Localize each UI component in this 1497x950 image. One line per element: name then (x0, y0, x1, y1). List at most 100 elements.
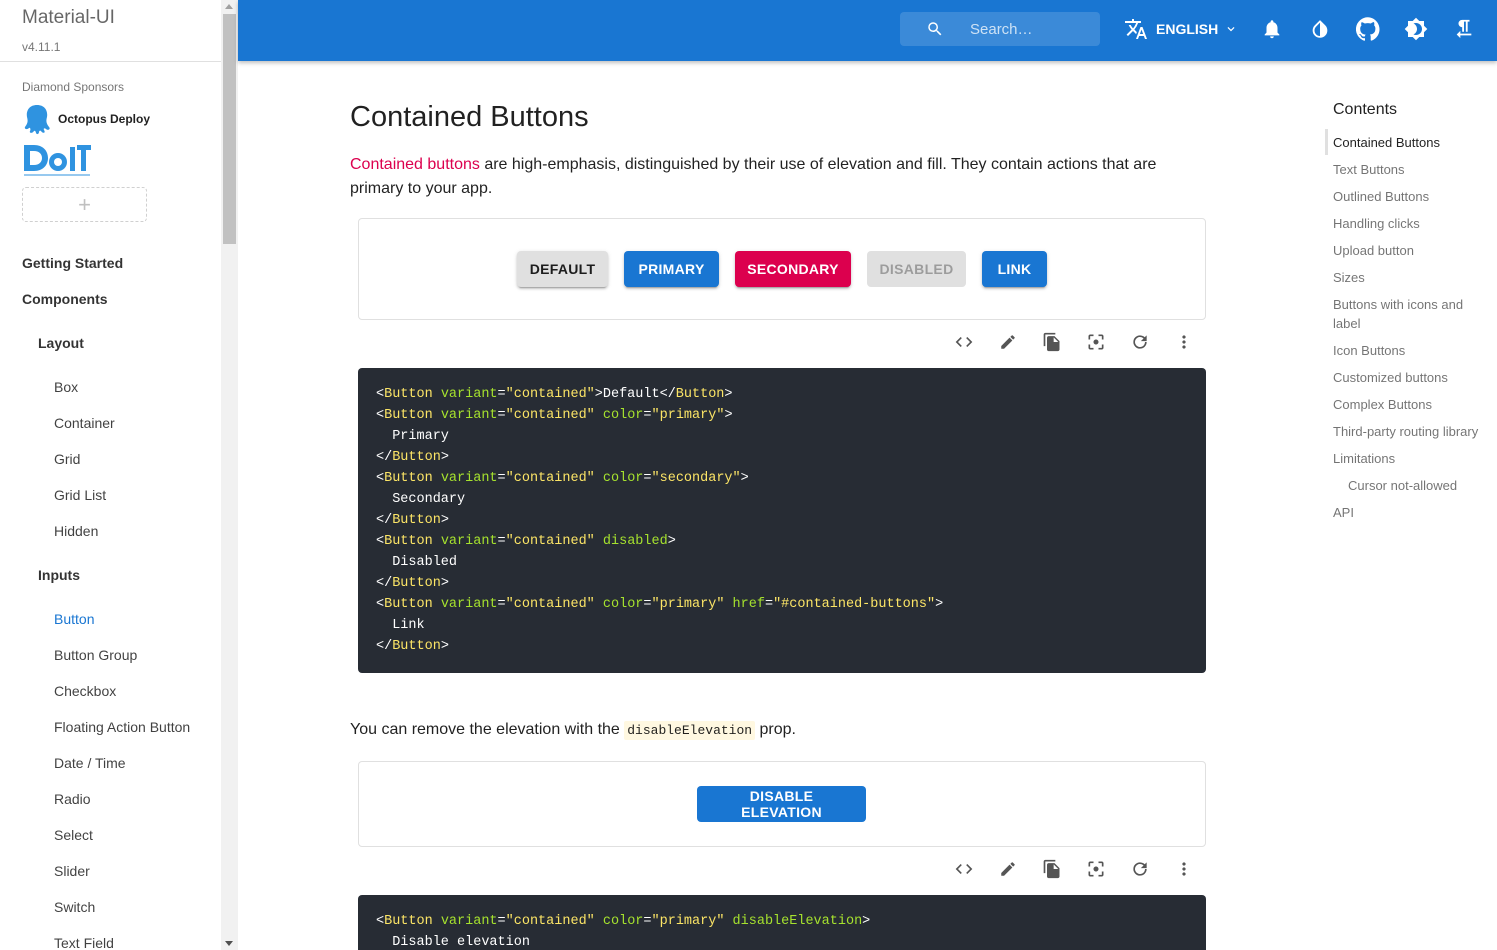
edit-codesandbox-button-2[interactable] (996, 857, 1020, 881)
scroll-thumb[interactable] (223, 14, 236, 244)
sponsors-label: Diamond Sponsors (22, 80, 125, 94)
nav-item-box[interactable]: Box (54, 379, 78, 395)
refresh-icon (1133, 335, 1147, 349)
toc-active-indicator (1325, 129, 1328, 155)
nav-item-button-group[interactable]: Button Group (54, 647, 137, 663)
toc-third-party-routing[interactable]: Third-party routing library (1333, 422, 1493, 441)
main-content: Contained Buttons Contained buttons are … (238, 61, 1497, 950)
brightness-icon (1404, 17, 1428, 41)
translate-icon (1125, 19, 1147, 39)
copy-source-button[interactable] (1040, 330, 1064, 354)
reset-demo-button[interactable] (1128, 330, 1152, 354)
more-vert-icon (1182, 335, 1186, 349)
search-icon (928, 22, 942, 36)
chevron-down-icon (1227, 27, 1235, 32)
code-block-disable-elevation[interactable]: <Button variant="contained" color="prima… (358, 895, 1206, 950)
reset-demo-button-2[interactable] (1128, 857, 1152, 881)
toc-limitations[interactable]: Limitations (1333, 449, 1493, 468)
add-sponsor-button[interactable]: + (22, 187, 147, 222)
nav-item-switch[interactable]: Switch (54, 899, 95, 915)
github-button[interactable] (1355, 16, 1381, 42)
toc-outlined-buttons[interactable]: Outlined Buttons (1333, 187, 1493, 206)
more-options-button-2[interactable] (1172, 857, 1196, 881)
sidebar-divider (0, 61, 221, 62)
toc-text-buttons[interactable]: Text Buttons (1333, 160, 1493, 179)
default-button[interactable]: DEFAULT (517, 251, 608, 287)
primary-button[interactable]: PRIMARY (624, 251, 719, 287)
reset-focus-button[interactable] (1084, 330, 1108, 354)
more-options-button[interactable] (1172, 330, 1196, 354)
toc-handling-clicks[interactable]: Handling clicks (1333, 214, 1493, 233)
center-focus-icon (1088, 334, 1104, 350)
nav-item-button[interactable]: Button (54, 611, 94, 627)
nav-item-fab[interactable]: Floating Action Button (54, 719, 190, 735)
toc-sizes[interactable]: Sizes (1333, 268, 1493, 287)
nav-components[interactable]: Components (22, 291, 108, 307)
link-button[interactable]: LINK (982, 251, 1047, 287)
scroll-down-arrow-icon[interactable] (225, 941, 233, 946)
nav-layout[interactable]: Layout (38, 335, 84, 351)
edit-codesandbox-button[interactable] (996, 330, 1020, 354)
toc-upload-button[interactable]: Upload button (1333, 241, 1493, 260)
app-bar: ENGLISH (238, 0, 1497, 61)
copy-icon (1043, 859, 1060, 879)
nav-item-text-field[interactable]: Text Field (54, 935, 114, 950)
search-input[interactable] (970, 20, 1090, 38)
language-button[interactable]: ENGLISH (1124, 16, 1246, 42)
language-label: ENGLISH (1156, 21, 1219, 37)
show-source-button[interactable] (952, 330, 976, 354)
toc-cursor-not-allowed[interactable]: Cursor not-allowed (1348, 476, 1497, 495)
search-box[interactable] (900, 12, 1100, 46)
version-label[interactable]: v4.11.1 (22, 40, 60, 54)
p2-text-before: You can remove the elevation with the (350, 721, 625, 738)
notifications-button[interactable] (1259, 16, 1285, 42)
octopus-logo-icon[interactable] (22, 103, 52, 135)
copy-source-button-2[interactable] (1040, 857, 1064, 881)
pencil-icon (1001, 862, 1015, 876)
rtl-toggle-button[interactable] (1451, 16, 1477, 42)
code-block-contained[interactable]: <Button variant="contained">Default</But… (358, 368, 1206, 673)
nav-item-select[interactable]: Select (54, 827, 93, 843)
contained-buttons-link[interactable]: Contained buttons (350, 156, 480, 173)
nav-item-grid[interactable]: Grid (54, 451, 80, 467)
scroll-up-arrow-icon[interactable] (225, 4, 233, 9)
toggle-direction-button[interactable] (1307, 16, 1333, 42)
nav-item-hidden[interactable]: Hidden (54, 523, 98, 539)
secondary-button[interactable]: SECONDARY (735, 251, 851, 287)
disabled-button: DISABLED (867, 251, 966, 287)
app-title[interactable]: Material-UI (22, 7, 115, 29)
toc-complex-buttons[interactable]: Complex Buttons (1333, 395, 1493, 414)
nav-item-grid-list[interactable]: Grid List (54, 487, 106, 503)
demo-toolbar-2 (948, 854, 1208, 884)
toc-buttons-icons-label[interactable]: Buttons with icons and label (1333, 295, 1483, 333)
nav-getting-started[interactable]: Getting Started (22, 255, 123, 271)
github-icon (1356, 17, 1380, 41)
reset-focus-button-2[interactable] (1084, 857, 1108, 881)
show-source-button-2[interactable] (952, 857, 976, 881)
toc-customized-buttons[interactable]: Customized buttons (1333, 368, 1493, 387)
more-vert-icon (1182, 862, 1186, 876)
code-icon (955, 864, 973, 874)
disable-elevation-paragraph: You can remove the elevation with the di… (350, 721, 796, 740)
sponsor-octopus-label[interactable]: Octopus Deploy (58, 112, 150, 126)
p2-text-after: prop. (755, 721, 796, 738)
nav-item-checkbox[interactable]: Checkbox (54, 683, 116, 699)
toc-icon-buttons[interactable]: Icon Buttons (1333, 341, 1493, 360)
nav-item-radio[interactable]: Radio (54, 791, 91, 807)
theme-toggle-button[interactable] (1403, 16, 1429, 42)
doit-logo-icon[interactable] (22, 143, 92, 179)
toc-contained-buttons[interactable]: Contained Buttons (1333, 133, 1493, 152)
invert-colors-icon (1312, 20, 1328, 38)
toc-title: Contents (1333, 101, 1398, 118)
nav-inputs[interactable]: Inputs (38, 567, 80, 583)
bell-icon (1264, 20, 1280, 39)
toc-api[interactable]: API (1333, 503, 1493, 522)
nav-item-slider[interactable]: Slider (54, 863, 90, 879)
nav-item-container[interactable]: Container (54, 415, 115, 431)
sidebar-scrollbar[interactable] (221, 0, 238, 950)
nav-item-date-time[interactable]: Date / Time (54, 755, 126, 771)
disable-elevation-button[interactable]: DISABLE ELEVATION (697, 786, 866, 822)
sidebar: Material-UI v4.11.1 Diamond Sponsors Oct… (0, 0, 221, 950)
demo-box-disable-elevation: DISABLE ELEVATION (358, 761, 1206, 847)
inline-code-disable-elevation: disableElevation (624, 721, 756, 740)
